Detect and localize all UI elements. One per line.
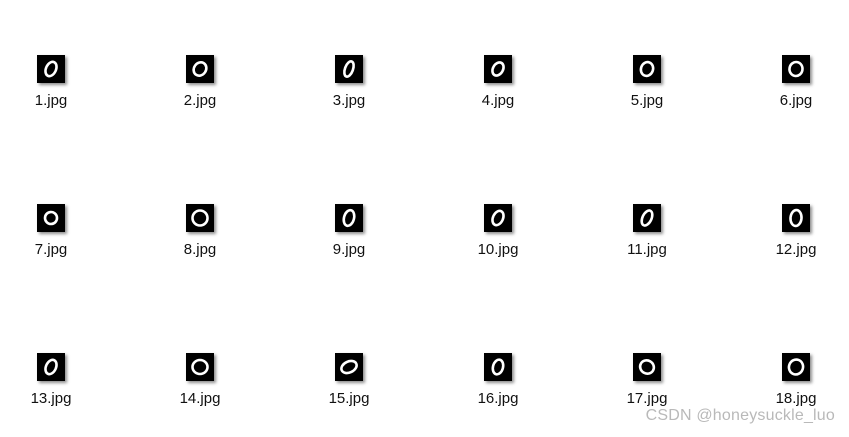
file-item[interactable]: 1.jpg — [0, 55, 111, 145]
file-icon-grid: CSDN @honeysuckle_luo 1.jpg 2.jpg 3.jpg 4.j… — [0, 0, 849, 437]
file-name-label: 10.jpg — [477, 241, 519, 258]
file-item[interactable]: 16.jpg — [438, 353, 558, 437]
digit-zero-thumbnail-icon — [633, 204, 661, 232]
file-name-label: 7.jpg — [34, 241, 68, 258]
file-name-label: 15.jpg — [328, 390, 370, 407]
file-name-label: 1.jpg — [34, 92, 68, 109]
digit-zero-thumbnail-icon — [484, 55, 512, 83]
file-name-label: 12.jpg — [775, 241, 817, 258]
file-name-label: 18.jpg — [775, 390, 817, 407]
file-name-label: 8.jpg — [183, 241, 217, 258]
file-item[interactable]: 15.jpg — [289, 353, 409, 437]
digit-zero-thumbnail-icon — [484, 204, 512, 232]
file-name-label: 5.jpg — [630, 92, 664, 109]
file-name-label: 3.jpg — [332, 92, 366, 109]
digit-zero-thumbnail-icon — [186, 55, 214, 83]
file-name-label: 14.jpg — [179, 390, 221, 407]
digit-zero-thumbnail-icon — [37, 353, 65, 381]
file-name-label: 17.jpg — [626, 390, 668, 407]
file-item[interactable]: 18.jpg — [736, 353, 849, 437]
digit-zero-thumbnail-icon — [633, 55, 661, 83]
file-name-label: 13.jpg — [30, 390, 72, 407]
digit-zero-thumbnail-icon — [186, 204, 214, 232]
file-item[interactable]: 17.jpg — [587, 353, 707, 437]
file-name-label: 11.jpg — [627, 241, 667, 258]
file-item[interactable]: 7.jpg — [0, 204, 111, 294]
digit-zero-thumbnail-icon — [37, 204, 65, 232]
digit-zero-thumbnail-icon — [484, 353, 512, 381]
file-item[interactable]: 11.jpg — [587, 204, 707, 294]
file-item[interactable]: 12.jpg — [736, 204, 849, 294]
file-item[interactable]: 2.jpg — [140, 55, 260, 145]
file-name-label: 2.jpg — [183, 92, 217, 109]
digit-zero-thumbnail-icon — [782, 353, 810, 381]
digit-zero-thumbnail-icon — [37, 55, 65, 83]
file-item[interactable]: 14.jpg — [140, 353, 260, 437]
file-name-label: 9.jpg — [332, 241, 366, 258]
file-item[interactable]: 10.jpg — [438, 204, 558, 294]
digit-zero-thumbnail-icon — [782, 204, 810, 232]
file-item[interactable]: 13.jpg — [0, 353, 111, 437]
digit-zero-thumbnail-icon — [335, 204, 363, 232]
digit-zero-thumbnail-icon — [186, 353, 214, 381]
file-item[interactable]: 3.jpg — [289, 55, 409, 145]
digit-zero-thumbnail-icon — [782, 55, 810, 83]
file-item[interactable]: 6.jpg — [736, 55, 849, 145]
file-item[interactable]: 4.jpg — [438, 55, 558, 145]
digit-zero-thumbnail-icon — [633, 353, 661, 381]
file-name-label: 16.jpg — [477, 390, 519, 407]
file-item[interactable]: 9.jpg — [289, 204, 409, 294]
file-item[interactable]: 8.jpg — [140, 204, 260, 294]
digit-zero-thumbnail-icon — [335, 55, 363, 83]
digit-zero-thumbnail-icon — [335, 353, 363, 381]
file-name-label: 6.jpg — [779, 92, 813, 109]
file-item[interactable]: 5.jpg — [587, 55, 707, 145]
file-name-label: 4.jpg — [481, 92, 515, 109]
